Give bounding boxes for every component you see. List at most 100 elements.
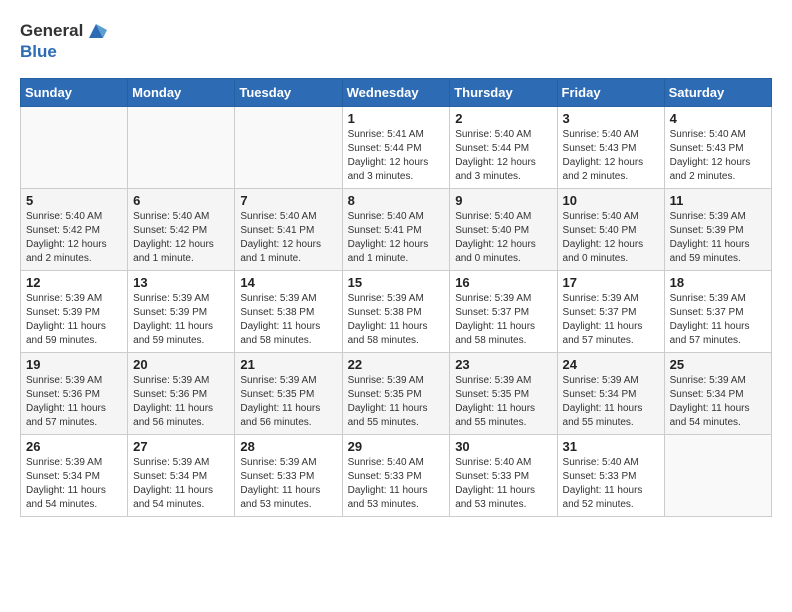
cell-info-text: Sunset: 5:34 PM bbox=[563, 388, 659, 402]
cell-info-text: Daylight: 11 hours and 55 minutes. bbox=[348, 402, 445, 430]
day-number: 6 bbox=[133, 193, 229, 208]
calendar-cell: 5Sunrise: 5:40 AMSunset: 5:42 PMDaylight… bbox=[21, 189, 128, 271]
day-number: 18 bbox=[670, 275, 766, 290]
cell-info-text: Sunrise: 5:39 AM bbox=[26, 374, 122, 388]
cell-info-text: Sunset: 5:36 PM bbox=[26, 388, 122, 402]
cell-info-text: Sunrise: 5:40 AM bbox=[455, 210, 551, 224]
calendar-cell: 26Sunrise: 5:39 AMSunset: 5:34 PMDayligh… bbox=[21, 435, 128, 517]
cell-info-text: Sunset: 5:41 PM bbox=[348, 224, 445, 238]
day-number: 19 bbox=[26, 357, 122, 372]
cell-info-text: Daylight: 12 hours and 3 minutes. bbox=[348, 156, 445, 184]
calendar-table: SundayMondayTuesdayWednesdayThursdayFrid… bbox=[20, 78, 772, 517]
day-number: 24 bbox=[563, 357, 659, 372]
cell-info-text: Daylight: 11 hours and 57 minutes. bbox=[26, 402, 122, 430]
day-number: 26 bbox=[26, 439, 122, 454]
day-number: 29 bbox=[348, 439, 445, 454]
cell-info-text: Sunset: 5:42 PM bbox=[133, 224, 229, 238]
cell-info-text: Sunrise: 5:39 AM bbox=[348, 292, 445, 306]
calendar-cell: 14Sunrise: 5:39 AMSunset: 5:38 PMDayligh… bbox=[235, 271, 342, 353]
calendar-cell: 31Sunrise: 5:40 AMSunset: 5:33 PMDayligh… bbox=[557, 435, 664, 517]
day-number: 27 bbox=[133, 439, 229, 454]
cell-info-text: Daylight: 11 hours and 53 minutes. bbox=[240, 484, 336, 512]
day-number: 15 bbox=[348, 275, 445, 290]
calendar-cell: 28Sunrise: 5:39 AMSunset: 5:33 PMDayligh… bbox=[235, 435, 342, 517]
cell-info-text: Sunset: 5:37 PM bbox=[670, 306, 766, 320]
calendar-week-row: 19Sunrise: 5:39 AMSunset: 5:36 PMDayligh… bbox=[21, 353, 772, 435]
cell-info-text: Daylight: 11 hours and 59 minutes. bbox=[26, 320, 122, 348]
calendar-cell: 21Sunrise: 5:39 AMSunset: 5:35 PMDayligh… bbox=[235, 353, 342, 435]
cell-info-text: Sunrise: 5:39 AM bbox=[670, 374, 766, 388]
calendar-cell: 7Sunrise: 5:40 AMSunset: 5:41 PMDaylight… bbox=[235, 189, 342, 271]
logo: General Blue bbox=[20, 20, 107, 62]
page-header: General Blue bbox=[20, 20, 772, 62]
day-number: 23 bbox=[455, 357, 551, 372]
cell-info-text: Daylight: 11 hours and 58 minutes. bbox=[455, 320, 551, 348]
logo-icon bbox=[85, 20, 107, 42]
cell-info-text: Sunrise: 5:39 AM bbox=[455, 292, 551, 306]
day-number: 11 bbox=[670, 193, 766, 208]
day-number: 30 bbox=[455, 439, 551, 454]
day-header-saturday: Saturday bbox=[664, 79, 771, 107]
cell-info-text: Sunset: 5:40 PM bbox=[563, 224, 659, 238]
day-number: 9 bbox=[455, 193, 551, 208]
cell-info-text: Sunrise: 5:40 AM bbox=[133, 210, 229, 224]
day-number: 14 bbox=[240, 275, 336, 290]
calendar-header-row: SundayMondayTuesdayWednesdayThursdayFrid… bbox=[21, 79, 772, 107]
calendar-cell: 20Sunrise: 5:39 AMSunset: 5:36 PMDayligh… bbox=[128, 353, 235, 435]
cell-info-text: Sunset: 5:35 PM bbox=[348, 388, 445, 402]
cell-info-text: Daylight: 12 hours and 3 minutes. bbox=[455, 156, 551, 184]
cell-info-text: Sunset: 5:43 PM bbox=[563, 142, 659, 156]
cell-info-text: Sunset: 5:37 PM bbox=[455, 306, 551, 320]
cell-info-text: Sunrise: 5:39 AM bbox=[240, 374, 336, 388]
day-header-sunday: Sunday bbox=[21, 79, 128, 107]
calendar-cell: 4Sunrise: 5:40 AMSunset: 5:43 PMDaylight… bbox=[664, 107, 771, 189]
cell-info-text: Sunrise: 5:39 AM bbox=[670, 292, 766, 306]
cell-info-text: Daylight: 12 hours and 1 minute. bbox=[133, 238, 229, 266]
cell-info-text: Daylight: 11 hours and 59 minutes. bbox=[670, 238, 766, 266]
calendar-cell: 24Sunrise: 5:39 AMSunset: 5:34 PMDayligh… bbox=[557, 353, 664, 435]
day-number: 8 bbox=[348, 193, 445, 208]
day-header-thursday: Thursday bbox=[450, 79, 557, 107]
cell-info-text: Daylight: 12 hours and 2 minutes. bbox=[26, 238, 122, 266]
calendar-week-row: 12Sunrise: 5:39 AMSunset: 5:39 PMDayligh… bbox=[21, 271, 772, 353]
cell-info-text: Sunrise: 5:40 AM bbox=[455, 456, 551, 470]
calendar-cell: 2Sunrise: 5:40 AMSunset: 5:44 PMDaylight… bbox=[450, 107, 557, 189]
cell-info-text: Sunrise: 5:39 AM bbox=[26, 456, 122, 470]
cell-info-text: Daylight: 11 hours and 53 minutes. bbox=[455, 484, 551, 512]
day-number: 3 bbox=[563, 111, 659, 126]
cell-info-text: Sunrise: 5:40 AM bbox=[348, 456, 445, 470]
cell-info-text: Sunset: 5:44 PM bbox=[455, 142, 551, 156]
cell-info-text: Sunset: 5:33 PM bbox=[348, 470, 445, 484]
cell-info-text: Daylight: 11 hours and 58 minutes. bbox=[240, 320, 336, 348]
cell-info-text: Daylight: 11 hours and 55 minutes. bbox=[455, 402, 551, 430]
calendar-cell: 9Sunrise: 5:40 AMSunset: 5:40 PMDaylight… bbox=[450, 189, 557, 271]
calendar-cell: 3 Sunrise: 5:40 AMSunset: 5:43 PMDaylight… bbox=[557, 107, 664, 189]
calendar-cell: 12Sunrise: 5:39 AMSunset: 5:39 PMDayligh… bbox=[21, 271, 128, 353]
cell-info-text: Sunrise: 5:40 AM bbox=[563, 210, 659, 224]
cell-info-text: Sunset: 5:44 PM bbox=[348, 142, 445, 156]
cell-info-text: Daylight: 11 hours and 57 minutes. bbox=[563, 320, 659, 348]
calendar-cell: 13Sunrise: 5:39 AMSunset: 5:39 PMDayligh… bbox=[128, 271, 235, 353]
cell-info-text: Sunset: 5:43 PM bbox=[670, 142, 766, 156]
day-number: 31 bbox=[563, 439, 659, 454]
cell-info-text: Sunset: 5:40 PM bbox=[455, 224, 551, 238]
day-number: 4 bbox=[670, 111, 766, 126]
cell-info-text: Daylight: 11 hours and 54 minutes. bbox=[133, 484, 229, 512]
cell-info-text: Daylight: 12 hours and 2 minutes. bbox=[563, 156, 659, 184]
day-number: 5 bbox=[26, 193, 122, 208]
cell-info-text: Sunset: 5:34 PM bbox=[670, 388, 766, 402]
cell-info-text: Sunrise: 5:40 AM bbox=[348, 210, 445, 224]
day-number: 1 bbox=[348, 111, 445, 126]
day-number: 25 bbox=[670, 357, 766, 372]
day-number: 21 bbox=[240, 357, 336, 372]
cell-info-text: Sunrise: 5:40 AM bbox=[670, 128, 766, 142]
cell-info-text: Daylight: 11 hours and 59 minutes. bbox=[133, 320, 229, 348]
cell-info-text: Daylight: 11 hours and 53 minutes. bbox=[348, 484, 445, 512]
cell-info-text: Sunset: 5:34 PM bbox=[133, 470, 229, 484]
cell-info-text: Sunset: 5:39 PM bbox=[670, 224, 766, 238]
cell-info-text: Sunrise: 5:39 AM bbox=[240, 456, 336, 470]
calendar-cell: 6 Sunrise: 5:40 AMSunset: 5:42 PMDaylight… bbox=[128, 189, 235, 271]
cell-info-text: Sunset: 5:42 PM bbox=[26, 224, 122, 238]
day-number: 16 bbox=[455, 275, 551, 290]
cell-info-text: Sunrise: 5:40 AM bbox=[563, 128, 659, 142]
